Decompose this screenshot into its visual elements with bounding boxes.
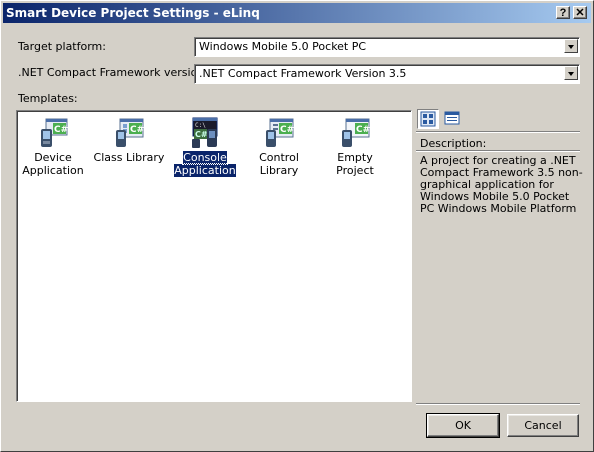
template-caption: Empty Project bbox=[336, 151, 374, 177]
console-application-icon: C:\ C# bbox=[192, 117, 218, 148]
template-caption: Device Application bbox=[22, 151, 84, 177]
description-label: Description: bbox=[420, 137, 487, 150]
templates-label: Templates: bbox=[18, 92, 78, 105]
description-separator bbox=[416, 131, 580, 133]
target-platform-value: Windows Mobile 5.0 Pocket PC bbox=[199, 40, 367, 53]
templates-list[interactable]: C# Device Application C# Class Library C:… bbox=[16, 110, 412, 402]
small-icons-view-icon bbox=[444, 111, 460, 125]
device-application-icon: C# bbox=[41, 118, 68, 147]
template-caption: Control Library bbox=[259, 151, 299, 177]
window-title: Smart Device Project Settings - eLinq bbox=[6, 6, 260, 20]
target-platform-label: Target platform: bbox=[18, 40, 106, 53]
class-library-icon: C# bbox=[116, 118, 144, 147]
svg-text:C#: C# bbox=[280, 125, 294, 135]
large-icons-view-button[interactable] bbox=[417, 109, 439, 129]
framework-version-value: .NET Compact Framework Version 3.5 bbox=[199, 67, 407, 80]
button-separator bbox=[416, 403, 580, 405]
svg-text:C#: C# bbox=[356, 125, 370, 135]
framework-version-combo[interactable]: .NET Compact Framework Version 3.5 bbox=[194, 64, 580, 84]
chevron-down-icon[interactable] bbox=[564, 66, 578, 80]
title-bar[interactable]: Smart Device Project Settings - eLinq ? … bbox=[3, 3, 591, 23]
template-caption: Class Library bbox=[93, 151, 165, 164]
template-caption: Console Application bbox=[173, 150, 237, 178]
ok-button[interactable]: OK bbox=[426, 413, 500, 438]
framework-version-label: .NET Compact Framework version: bbox=[18, 66, 208, 79]
help-button[interactable]: ? bbox=[556, 6, 570, 19]
svg-text:C:\: C:\ bbox=[195, 122, 206, 129]
svg-text:C#: C# bbox=[195, 130, 208, 139]
cancel-button[interactable]: Cancel bbox=[507, 414, 579, 437]
description-text: A project for creating a .NET Compact Fr… bbox=[420, 154, 583, 215]
control-library-icon: C# bbox=[266, 118, 294, 147]
target-platform-combo[interactable]: Windows Mobile 5.0 Pocket PC bbox=[194, 37, 580, 57]
svg-text:C#: C# bbox=[54, 125, 68, 135]
description-separator bbox=[416, 150, 580, 152]
close-button[interactable]: ✕ bbox=[573, 6, 587, 19]
large-icons-view-icon bbox=[420, 111, 436, 127]
empty-project-icon: C# bbox=[342, 118, 370, 147]
small-icons-view-button[interactable] bbox=[442, 109, 464, 129]
chevron-down-icon[interactable] bbox=[564, 39, 578, 53]
svg-text:C#: C# bbox=[130, 125, 144, 135]
